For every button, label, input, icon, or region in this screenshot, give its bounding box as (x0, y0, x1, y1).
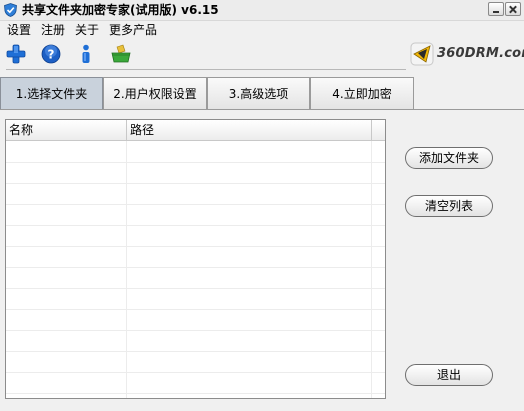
row-gridline (6, 309, 385, 310)
app-shield-icon (4, 3, 17, 17)
column-header-filler (372, 120, 385, 140)
info-icon[interactable] (75, 43, 97, 65)
close-button[interactable] (505, 2, 521, 16)
column-divider-name (126, 141, 127, 398)
plus-icon[interactable] (5, 43, 27, 65)
menu-about[interactable]: 关于 (75, 22, 99, 38)
column-header-name[interactable]: 名称 (6, 120, 127, 140)
list-body[interactable] (6, 141, 385, 398)
row-gridline (6, 183, 385, 184)
help-icon[interactable]: ? (40, 43, 62, 65)
column-header-path[interactable]: 路径 (127, 120, 372, 140)
brand-text: 360DRM.com (437, 46, 524, 61)
row-gridline (6, 204, 385, 205)
row-gridline (6, 330, 385, 331)
add-folder-button[interactable]: 添加文件夹 (405, 147, 493, 169)
brand-logo: 360DRM.com (410, 42, 524, 66)
tab-user-permissions[interactable]: 2.用户权限设置 (103, 77, 207, 109)
window-title: 共享文件夹加密专家(试用版) v6.15 (22, 3, 219, 17)
tab-encrypt-now[interactable]: 4.立即加密 (310, 77, 414, 109)
exit-button[interactable]: 退出 (405, 364, 493, 386)
menu-register[interactable]: 注册 (41, 22, 65, 38)
row-gridline (6, 225, 385, 226)
menu-settings[interactable]: 设置 (7, 22, 31, 38)
minimize-button[interactable] (488, 2, 504, 16)
list-header: 名称 路径 (6, 120, 385, 141)
menu-more-products[interactable]: 更多产品 (109, 22, 157, 38)
basket-icon[interactable] (110, 43, 132, 65)
svg-text:?: ? (48, 48, 55, 62)
tab-advanced-options[interactable]: 3.高级选项 (207, 77, 310, 109)
row-gridline (6, 393, 385, 394)
folder-list[interactable]: 名称 路径 (5, 119, 386, 399)
clear-list-button[interactable]: 清空列表 (405, 195, 493, 217)
row-gridline (6, 372, 385, 373)
title-bar[interactable]: 共享文件夹加密专家(试用版) v6.15 (0, 0, 524, 21)
column-divider-path (371, 141, 372, 398)
drm-logo-icon (410, 42, 434, 66)
tab-select-folder[interactable]: 1.选择文件夹 (0, 77, 103, 109)
toolbar: ? (0, 40, 420, 68)
content-panel: 名称 路径 添加文件夹 清空列表 退出 (0, 110, 524, 411)
row-gridline (6, 267, 385, 268)
row-gridline (6, 162, 385, 163)
row-gridline (6, 351, 385, 352)
toolbar-divider (6, 69, 406, 70)
row-gridline (6, 288, 385, 289)
row-gridline (6, 246, 385, 247)
menu-bar: 设置 注册 关于 更多产品 (0, 21, 524, 39)
